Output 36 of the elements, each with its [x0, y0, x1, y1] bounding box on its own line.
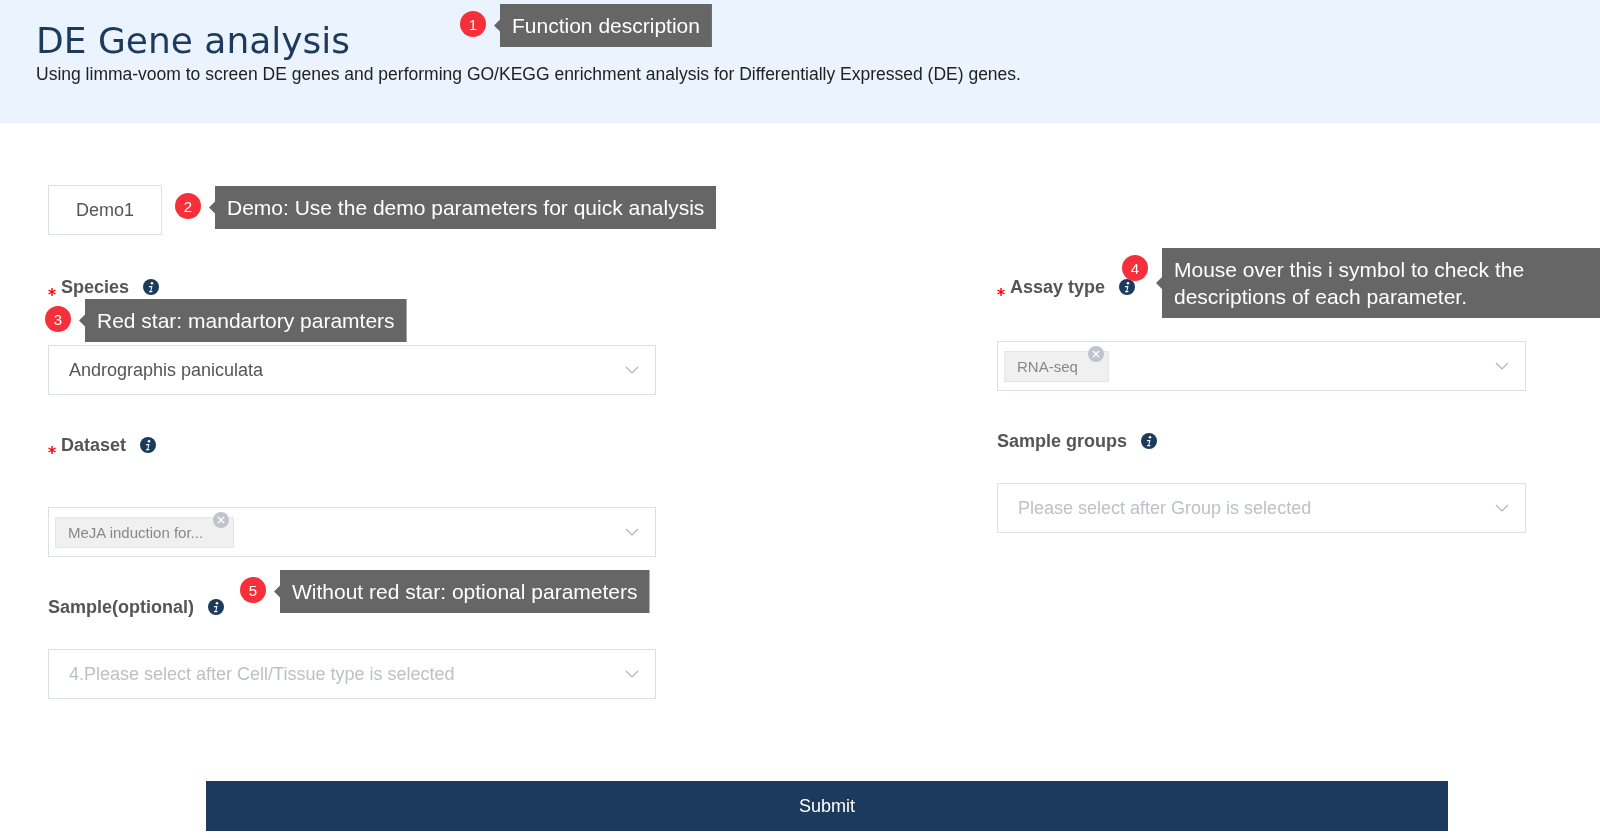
select-value: Andrographis paniculata	[69, 359, 264, 381]
callout-tooltip: Function description	[494, 4, 712, 47]
field-label: Species	[61, 276, 130, 298]
demo-button[interactable]: Demo1	[48, 185, 162, 235]
info-icon[interactable]	[1119, 279, 1136, 295]
select-field[interactable]: Andrographis paniculata	[48, 345, 656, 395]
number-badge: 5	[240, 577, 266, 603]
chevron-down-icon	[625, 366, 639, 374]
chevron-down-icon	[625, 670, 639, 678]
field-label: Assay type	[1010, 276, 1106, 298]
submit-button[interactable]: Submit	[206, 781, 1448, 831]
info-icon[interactable]	[140, 437, 157, 453]
page-description: Using limma-voom to screen DE genes and performing GO/KEGG enrichment analysis for Differentially Expressed (DE) genes.	[36, 64, 1022, 85]
select-placeholder: Please select after Group is selected	[1018, 497, 1312, 519]
field-label: Dataset	[61, 434, 127, 456]
info-icon[interactable]	[143, 279, 160, 295]
callout-tooltip: Red star: mandartory paramters	[79, 299, 407, 342]
select-placeholder: 4.Please select after Cell/Tissue type is selected	[69, 663, 455, 685]
chevron-down-icon	[625, 528, 639, 536]
number-badge: 4	[1122, 255, 1148, 281]
select-field[interactable]: 4.Please select after Cell/Tissue type is selected	[48, 649, 656, 699]
number-badge: 3	[45, 306, 71, 332]
page-title: DE Gene analysis	[36, 19, 351, 63]
callout-tooltip: Demo: Use the demo parameters for quick analysis	[209, 186, 717, 229]
info-icon[interactable]	[208, 599, 224, 615]
select-field[interactable]: Please select after Group is selected	[997, 483, 1526, 533]
select-field[interactable]: MeJA induction for...	[48, 507, 656, 557]
callout-tooltip: Mouse over this i symbol to check the descriptions of each parameter.	[1156, 248, 1600, 318]
chevron-down-icon	[1495, 362, 1509, 370]
field-label: Sample(optional)	[48, 596, 194, 618]
callout-tooltip: Without red star: optional parameters	[274, 570, 650, 613]
info-icon[interactable]	[1141, 433, 1158, 449]
field-label: Sample groups	[997, 430, 1128, 452]
select-field[interactable]: RNA-seq	[997, 341, 1526, 391]
chevron-down-icon	[1495, 504, 1509, 512]
number-badge: 2	[175, 193, 201, 219]
